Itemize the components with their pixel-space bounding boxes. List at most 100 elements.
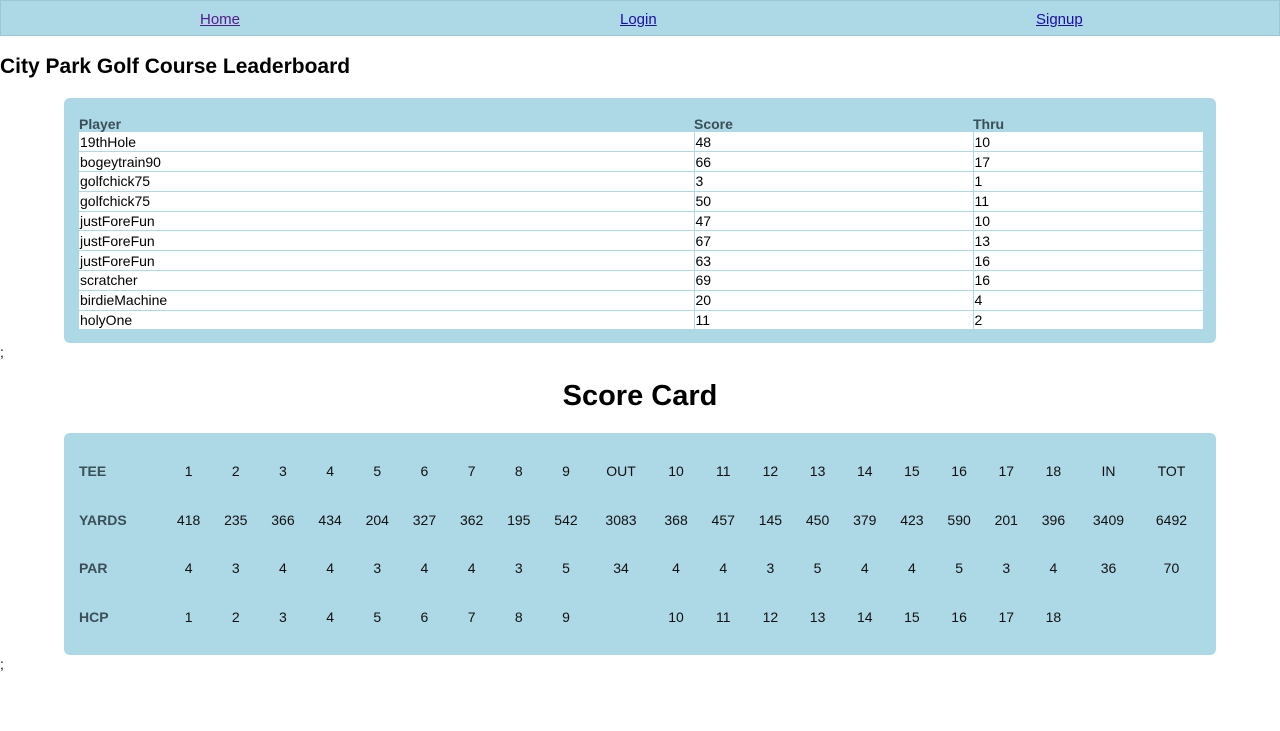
header-player: Player (79, 116, 122, 132)
scorecard-cell: 4 (326, 463, 334, 480)
scorecard-cell: 1 (184, 463, 193, 480)
nav-home-link[interactable]: Home (200, 11, 240, 28)
scorecard-row-label: TEE (79, 463, 107, 480)
scorecard-cell: 4 (467, 560, 476, 577)
player-cell: justForeFun (79, 250, 695, 272)
scorecard-cell: 4 (326, 560, 334, 577)
scorecard-cell: 3 (514, 560, 523, 577)
stray-semicolon: ; (0, 656, 4, 672)
thru-cell: 1 (973, 171, 1203, 192)
table-row: justForeFun 47 10 (79, 211, 1203, 232)
header-score: Score (694, 116, 733, 132)
score-cell: 50 (694, 191, 974, 212)
leaderboard-panel: Player Score Thru 19thHole 48 10 bogeytr… (64, 98, 1216, 343)
scorecard-cell: 4 (1049, 560, 1058, 577)
scorecard-cell: 145 (758, 511, 783, 528)
scorecard-cell: 4 (279, 560, 287, 577)
scorecard-cell (590, 593, 653, 642)
scorecard-cell: 11 (715, 608, 731, 625)
player-cell: justForeFun (79, 230, 695, 252)
scorecard-cell: 6 (420, 463, 429, 480)
scorecard-cell: 36 (1100, 560, 1117, 577)
scorecard-cell: 3409 (1092, 511, 1125, 528)
player-cell: birdieMachine (79, 290, 695, 311)
scorecard-cell: 450 (805, 511, 830, 528)
nav-signup-link[interactable]: Signup (1036, 11, 1083, 28)
scorecard-cell: 70 (1163, 560, 1180, 577)
scorecard-row-label: YARDS (79, 511, 127, 528)
scorecard-cell: 14 (856, 608, 873, 625)
scorecard-cell: 4 (672, 560, 680, 577)
score-cell: 48 (694, 132, 974, 153)
scorecard-cell: 366 (271, 511, 295, 528)
scorecard-cell: 13 (809, 463, 826, 480)
player-cell: justForeFun (79, 211, 695, 232)
scorecard-cell: 11 (715, 463, 731, 480)
scorecard-cell: 9 (562, 608, 570, 625)
scorecard-table: TEE 1 2 3 4 5 6 7 8 9 OUT 10 11 12 13 14 15 16 17 18 IN TOT YA… (79, 447, 1203, 641)
scorecard-cell: 17 (998, 608, 1015, 625)
player-cell: scratcher (79, 270, 695, 291)
score-cell: 69 (694, 270, 974, 291)
score-cell: 3 (694, 171, 974, 192)
scorecard-cell: 4 (326, 608, 334, 625)
scorecard-row-label: PAR (79, 560, 108, 577)
thru-cell: 17 (973, 151, 1203, 173)
scorecard-cell: 12 (762, 463, 779, 480)
top-nav: Home Login Signup (0, 0, 1280, 36)
scorecard-cell: 7 (467, 608, 476, 625)
score-cell: 63 (694, 250, 974, 272)
scorecard-cell: 5 (373, 463, 382, 480)
leaderboard-table: Player Score Thru 19thHole 48 10 bogeytr… (79, 112, 1203, 331)
table-row: bogeytrain90 66 17 (79, 151, 1203, 173)
nav-login-link[interactable]: Login (620, 11, 657, 28)
scorecard-cell: 16 (951, 463, 967, 480)
scorecard-cell: 4 (908, 560, 916, 577)
scorecard-cell: 3 (279, 608, 287, 625)
scorecard-cell: 3 (231, 560, 240, 577)
scorecard-cell: 2 (231, 463, 240, 480)
table-row: golfchick75 50 11 (79, 191, 1203, 212)
scorecard-cell: 14 (856, 463, 873, 480)
leaderboard-title: City Park Golf Course Leaderboard (0, 55, 351, 78)
scorecard-cell: 457 (711, 511, 735, 528)
scorecard-cell: 8 (514, 463, 523, 480)
scorecard-cell: 4 (420, 560, 429, 577)
score-cell: 66 (694, 151, 974, 173)
scorecard-cell: 6 (420, 608, 429, 625)
header-thru: Thru (973, 116, 1005, 132)
scorecard-cell: 195 (507, 511, 531, 528)
scorecard-row-yards: YARDS 418 235 366 434 204 327 362 195 542 3083 368 4… (79, 496, 1203, 545)
scorecard-cell: 434 (318, 511, 342, 528)
scorecard-cell: 3 (1002, 560, 1011, 577)
scorecard-cell: 18 (1045, 608, 1062, 625)
scorecard-cell: 418 (176, 511, 201, 528)
thru-cell: 4 (973, 290, 1203, 311)
scorecard-cell: 396 (1041, 511, 1066, 528)
stray-semicolon: ; (0, 344, 4, 360)
player-cell: bogeytrain90 (79, 151, 695, 173)
scorecard-cell: 5 (813, 560, 822, 577)
leaderboard-header-row: Player Score Thru (79, 112, 1203, 132)
scorecard-cell: 368 (664, 511, 688, 528)
scorecard-cell: 34 (613, 560, 629, 577)
scorecard-cell: 15 (904, 608, 920, 625)
scorecard-cell: 12 (762, 608, 779, 625)
player-cell: 19thHole (79, 132, 695, 153)
scorecard-cell: 362 (459, 511, 484, 528)
scorecard-cell: 235 (224, 511, 248, 528)
scorecard-cell: 4 (860, 560, 869, 577)
scorecard-cell: 3 (279, 463, 287, 480)
scorecard-cell: 5 (955, 560, 963, 577)
table-row: 19thHole 48 10 (79, 132, 1203, 153)
table-row: golfchick75 3 1 (79, 171, 1203, 192)
table-row: justForeFun 63 16 (79, 250, 1203, 272)
table-row: birdieMachine 20 4 (79, 290, 1203, 311)
scorecard-cell: 4 (184, 560, 193, 577)
scorecard-cell: 5 (373, 608, 382, 625)
thru-cell: 16 (973, 250, 1203, 272)
scorecard-cell: 204 (365, 511, 389, 528)
scorecard-cell: 423 (900, 511, 924, 528)
score-cell: 20 (694, 290, 974, 311)
scorecard-cell: 17 (998, 463, 1015, 480)
